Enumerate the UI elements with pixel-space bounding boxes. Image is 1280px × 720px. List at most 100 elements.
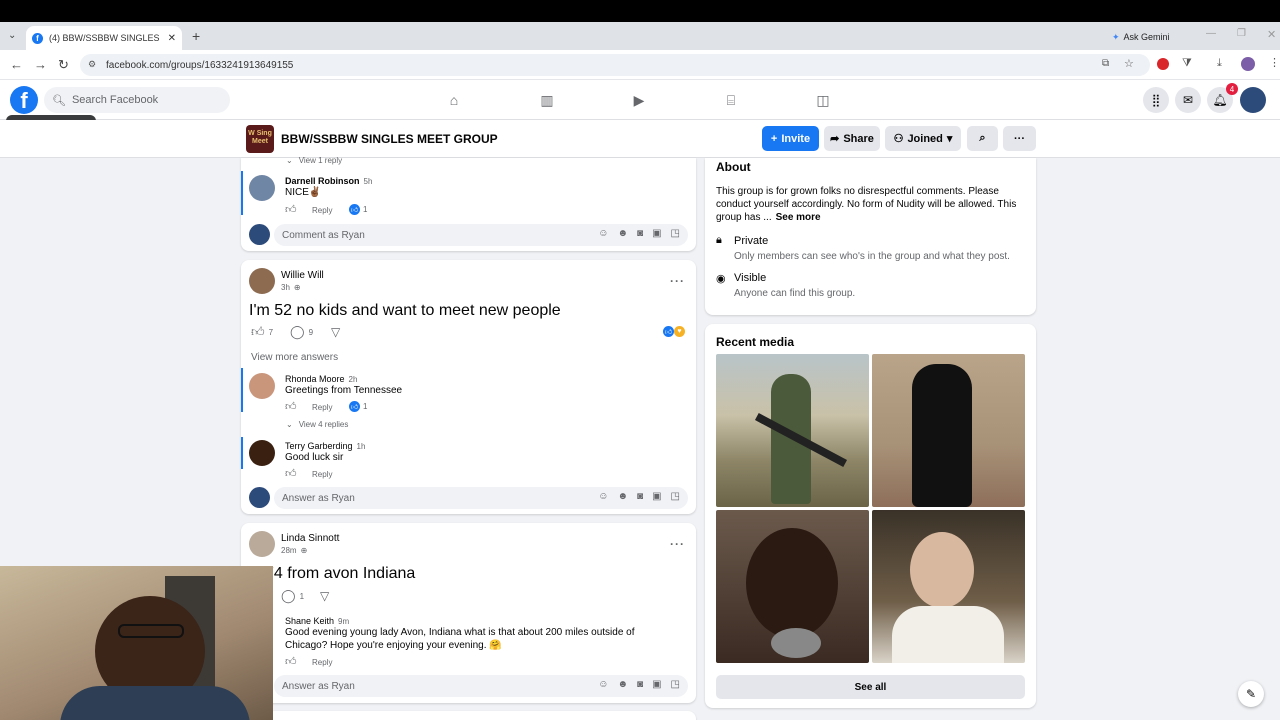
see-all-button[interactable]: See all <box>716 675 1025 699</box>
close-window-icon[interactable]: ✕ <box>1267 28 1276 41</box>
view-reply-link[interactable]: ⌄ View 1 reply <box>286 156 342 165</box>
messenger-icon[interactable]: ✉ <box>1175 87 1201 113</box>
reaction-count[interactable]: 👍︎ 1 <box>349 204 367 215</box>
post-time[interactable]: 3h <box>281 283 290 292</box>
media-thumbnail-4[interactable] <box>872 510 1025 663</box>
answer-input[interactable]: Answer as Ryan ☺ ☻ ◙ ▣ ◳ <box>274 675 688 697</box>
extensions-puzzle-icon[interactable]: ⧩ <box>1182 57 1192 70</box>
install-app-icon[interactable]: ⧉ <box>1102 58 1109 69</box>
comment-author[interactable]: Terry Garberding <box>285 441 353 451</box>
forward-icon[interactable]: → <box>34 57 47 72</box>
minimize-icon[interactable]: — <box>1206 28 1216 39</box>
post-author[interactable]: Willie Will <box>281 270 324 281</box>
menu-grid-icon[interactable]: ⣿ <box>1143 87 1169 113</box>
reply-link[interactable]: Reply <box>312 403 332 412</box>
media-thumbnail-2[interactable] <box>872 354 1025 507</box>
comment-button[interactable]: ◯ 1 <box>281 588 304 604</box>
post-options-icon[interactable]: ··· <box>670 274 685 288</box>
emoji-icon[interactable]: ☻ <box>618 491 629 502</box>
camera-icon[interactable]: ◙ <box>637 491 643 502</box>
comment-time[interactable]: 1h <box>357 442 366 451</box>
answer-input[interactable]: Answer as Ryan ☺ ☻ ◙ ▣ ◳ <box>274 487 688 509</box>
post-time[interactable]: 28m <box>281 546 297 555</box>
group-name[interactable]: BBW/SSBBW SINGLES MEET GROUP <box>281 132 498 146</box>
reply-link[interactable]: Reply <box>312 658 332 667</box>
facebook-logo-icon[interactable]: f <box>10 86 38 114</box>
emoji-icon[interactable]: ☻ <box>618 228 629 239</box>
view-replies-link[interactable]: ⌄ View 4 replies <box>286 420 348 429</box>
commenter-avatar[interactable] <box>249 440 275 466</box>
invite-button[interactable]: + Invite <box>762 126 819 151</box>
maximize-icon[interactable]: ❐ <box>1237 28 1246 39</box>
gif-icon[interactable]: ▣ <box>652 679 661 690</box>
comment-author[interactable]: Shane Keith <box>285 616 334 626</box>
avatar-sticker-icon[interactable]: ☺ <box>598 491 608 502</box>
group-search-button[interactable]: ⌕ <box>967 126 998 151</box>
reload-icon[interactable]: ↻ <box>58 57 69 73</box>
like-icon[interactable]: 👍︎ <box>285 400 297 413</box>
comment-time[interactable]: 9m <box>338 617 349 626</box>
commenter-avatar[interactable] <box>249 373 275 399</box>
reaction-count[interactable]: 👍︎ 1 <box>349 401 367 412</box>
comment-author[interactable]: Darnell Robinson <box>285 176 360 186</box>
post-author[interactable]: Linda Sinnott <box>281 533 339 544</box>
ask-gemini-button[interactable]: ✦ Ask Gemini <box>1112 29 1170 45</box>
like-icon[interactable]: 👍︎ <box>285 655 297 668</box>
commenter-avatar[interactable] <box>249 175 275 201</box>
browser-tab[interactable]: f (4) BBW/SSBBW SINGLES MEET ✕ <box>26 26 182 50</box>
browser-menu-icon[interactable]: ⋮ <box>1269 56 1280 69</box>
like-icon[interactable]: 👍︎ <box>285 467 297 480</box>
gaming-icon[interactable]: ◫ <box>814 91 832 109</box>
home-icon[interactable]: ⌂ <box>445 91 463 109</box>
share-icon[interactable]: ▽ <box>331 325 340 339</box>
share-button[interactable]: ➦ Share <box>824 126 880 151</box>
reply-link[interactable]: Reply <box>312 206 332 215</box>
sticker-icon[interactable]: ◳ <box>671 228 680 239</box>
comment-input[interactable]: Comment as Ryan ☺ ☻ ◙ ▣ ◳ <box>274 224 688 246</box>
camera-icon[interactable]: ◙ <box>637 228 643 239</box>
media-thumbnail-3[interactable] <box>716 510 869 663</box>
comment-time[interactable]: 2h <box>349 375 358 384</box>
comment-time[interactable]: 5h <box>364 177 373 186</box>
new-message-icon[interactable]: ✎ <box>1238 681 1264 707</box>
view-more-answers-link[interactable]: View more answers <box>251 352 338 363</box>
group-logo[interactable]: W Sing Meet <box>246 125 274 153</box>
tab-list-icon[interactable]: ⌄ <box>8 30 16 41</box>
marketplace-icon[interactable]: ⌸ <box>722 91 740 109</box>
gif-icon[interactable]: ▣ <box>652 228 661 239</box>
video-icon[interactable]: ▶ <box>630 91 648 109</box>
account-avatar[interactable] <box>1240 87 1266 113</box>
close-tab-icon[interactable]: ✕ <box>168 33 176 44</box>
avatar-sticker-icon[interactable]: ☺ <box>598 679 608 690</box>
extension-icon[interactable] <box>1157 58 1169 70</box>
avatar-sticker-icon[interactable]: ☺ <box>598 228 608 239</box>
see-more-link[interactable]: See more <box>776 211 821 224</box>
search-input[interactable]: 🔍︎ Search Facebook <box>44 87 230 113</box>
post-options-icon[interactable]: ··· <box>670 537 685 551</box>
bookmark-star-icon[interactable]: ☆ <box>1124 57 1134 70</box>
joined-button[interactable]: ⚇ Joined ▾ <box>885 126 961 151</box>
download-icon[interactable]: ⤓ <box>1217 57 1222 70</box>
media-thumbnail-1[interactable] <box>716 354 869 507</box>
reply-link[interactable]: Reply <box>312 470 332 479</box>
comment-author[interactable]: Rhonda Moore <box>285 374 345 384</box>
author-avatar[interactable] <box>249 268 275 294</box>
url-field[interactable]: facebook.com/groups/1633241913649155 <box>80 54 1150 76</box>
group-more-button[interactable]: ··· <box>1003 126 1036 151</box>
like-button[interactable]: 👍︎ 7 <box>251 324 273 340</box>
reactions-summary[interactable]: 👍︎ ♥ <box>663 326 685 337</box>
profile-avatar[interactable] <box>1241 57 1255 71</box>
sticker-icon[interactable]: ◳ <box>671 491 680 502</box>
site-info-icon[interactable]: ⚙ <box>88 59 96 70</box>
gif-icon[interactable]: ▣ <box>652 491 661 502</box>
dashboard-icon[interactable]: ▥ <box>538 91 556 109</box>
like-icon[interactable]: 👍︎ <box>285 203 297 216</box>
emoji-icon[interactable]: ☻ <box>618 679 629 690</box>
camera-icon[interactable]: ◙ <box>637 679 643 690</box>
author-avatar[interactable] <box>249 531 275 557</box>
back-icon[interactable]: ← <box>10 57 23 72</box>
share-icon[interactable]: ▽ <box>320 589 329 603</box>
sticker-icon[interactable]: ◳ <box>671 679 680 690</box>
new-tab-icon[interactable]: + <box>192 28 200 44</box>
comment-button[interactable]: ◯ 9 <box>290 324 313 340</box>
